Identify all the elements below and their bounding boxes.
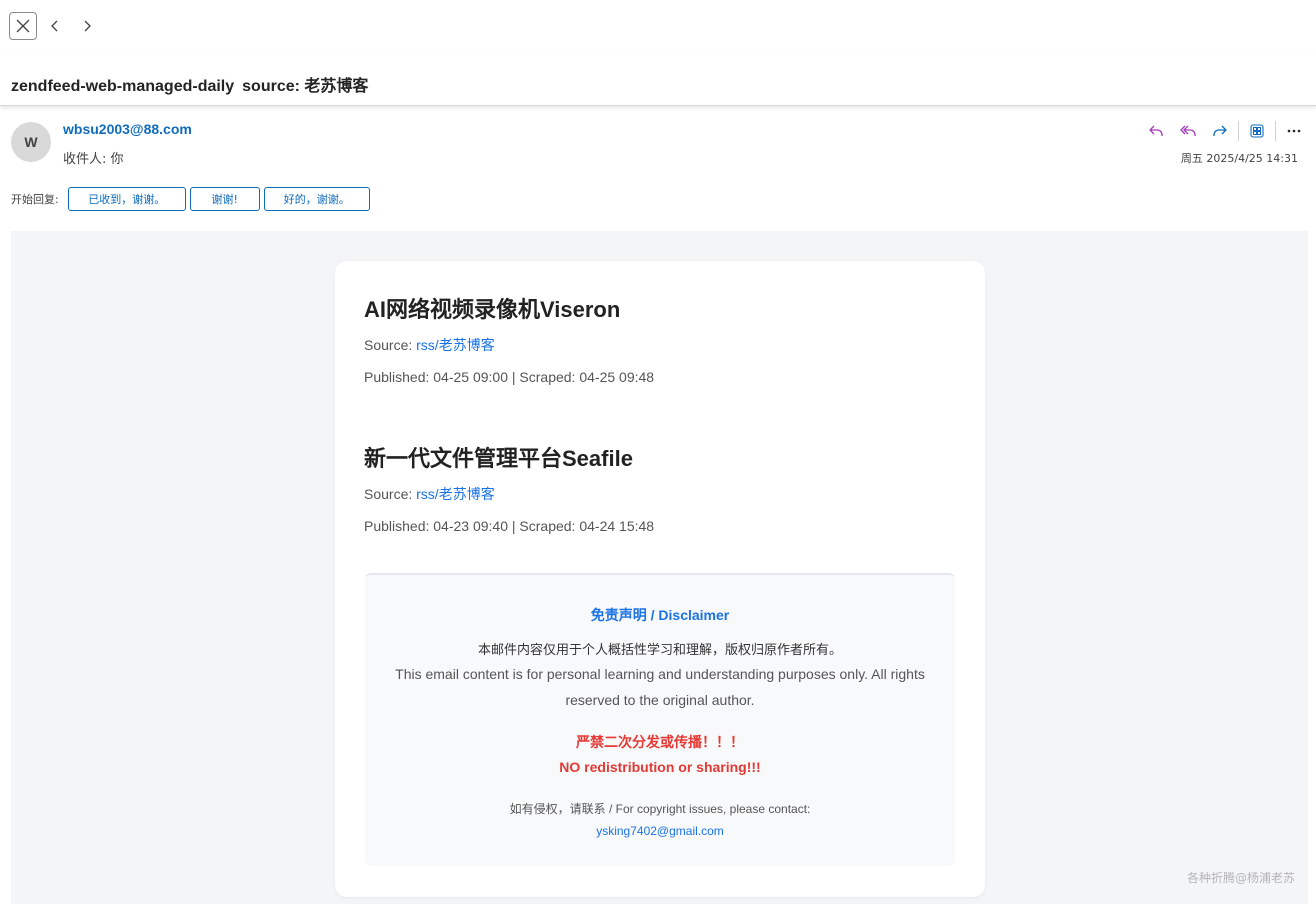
article-meta: Published: 04-25 09:00 | Scraped: 04-25 … <box>364 369 655 385</box>
more-icon <box>1287 129 1301 133</box>
disclaimer-text-en: This email content is for personal learn… <box>395 666 925 708</box>
subject-bar: zendfeed-web-managed-daily source: 老苏博客 <box>0 52 1316 106</box>
source-link[interactable]: rss/老苏博客 <box>416 486 495 502</box>
disclaimer-box: 免责声明 / Disclaimer 本邮件内容仅用于个人概括性学习和理解，版权归… <box>365 573 955 866</box>
message-body: AI网络视频录像机Viseron Source: rss/老苏博客 Publis… <box>11 231 1308 904</box>
article-meta: Published: 04-23 09:40 | Scraped: 04-24 … <box>364 518 655 534</box>
previous-message-button[interactable] <box>41 12 69 40</box>
sender-address[interactable]: wbsu2003@88.com <box>63 121 192 137</box>
email-subject: zendfeed-web-managed-daily source: 老苏博客 <box>11 72 368 96</box>
close-icon <box>16 19 30 33</box>
article-item: AI网络视频录像机Viseron Source: rss/老苏博客 Publis… <box>364 296 964 386</box>
digest-card: AI网络视频录像机Viseron Source: rss/老苏博客 Publis… <box>335 261 985 897</box>
contact-email-link[interactable]: ysking7402@gmail.com <box>365 824 955 838</box>
source-link[interactable]: rss/老苏博客 <box>416 337 495 353</box>
disclaimer-text-zh: 本邮件内容仅用于个人概括性学习和理解，版权归原作者所有。 <box>477 642 842 657</box>
forward-button[interactable] <box>1208 119 1232 143</box>
warning-text-zh: 严禁二次分发或传播！！！ <box>576 734 744 750</box>
reply-button[interactable] <box>1144 119 1168 143</box>
article-title: 新一代文件管理平台Seafile <box>364 446 633 471</box>
chevron-right-icon <box>84 20 91 32</box>
quick-replies: 开始回复: 已收到，谢谢。 谢谢! 好的，谢谢。 <box>11 187 374 211</box>
apps-button[interactable] <box>1245 119 1269 143</box>
reply-icon <box>1149 125 1163 136</box>
close-button[interactable] <box>9 12 37 40</box>
quick-reply-button[interactable]: 好的，谢谢。 <box>263 187 370 211</box>
contact-text: 如有侵权，请联系 / For copyright issues, please … <box>509 802 811 816</box>
recipients-line: 收件人: 你 <box>63 152 124 167</box>
quick-reply-button[interactable]: 谢谢! <box>189 187 260 211</box>
next-message-button[interactable] <box>73 12 101 40</box>
article-source: Source: rss/老苏博客 <box>364 336 964 354</box>
article-source: Source: rss/老苏博客 <box>364 485 964 503</box>
chevron-left-icon <box>51 20 58 32</box>
source-label: Source: <box>364 486 413 502</box>
more-actions-button[interactable] <box>1282 119 1306 143</box>
message-actions <box>1144 119 1314 143</box>
quick-reply-button[interactable]: 已收到，谢谢。 <box>67 187 186 211</box>
article-item: 新一代文件管理平台Seafile Source: rss/老苏博客 Publis… <box>364 445 964 535</box>
reply-all-button[interactable] <box>1176 119 1200 143</box>
warning-text-en: NO redistribution or sharing!!! <box>559 759 761 775</box>
subject-source: source: 老苏博客 <box>242 78 369 95</box>
watermark: 各种折腾@杨浦老苏 <box>1186 871 1295 885</box>
source-label: Source: <box>364 337 413 353</box>
sender-avatar[interactable]: W <box>11 122 51 162</box>
reply-all-icon <box>1180 125 1196 136</box>
top-navigation <box>0 0 1316 52</box>
quick-reply-label: 开始回复: <box>11 193 59 206</box>
action-divider <box>1275 121 1276 141</box>
message-datetime: 周五 2025/4/25 14:31 <box>1180 152 1298 165</box>
apps-icon <box>1250 124 1264 138</box>
action-divider <box>1238 121 1239 141</box>
subject-title: zendfeed-web-managed-daily <box>11 78 235 95</box>
article-title: AI网络视频录像机Viseron <box>364 297 621 322</box>
disclaimer-title: 免责声明 / Disclaimer <box>590 607 730 623</box>
forward-icon <box>1213 125 1227 136</box>
